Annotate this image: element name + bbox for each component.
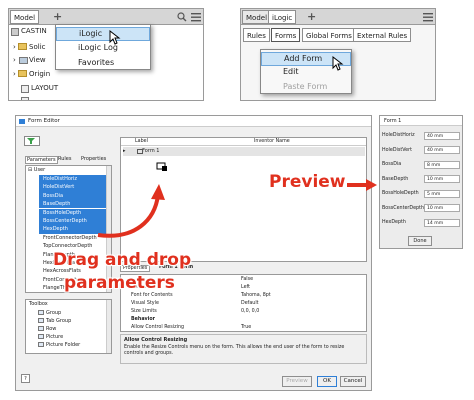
annotation-arrows xyxy=(97,179,377,238)
preview-arrow xyxy=(347,179,377,191)
drag-drop-annotation-line1: Drag and drop xyxy=(53,250,192,270)
drag-drop-annotation-line2: parameters xyxy=(64,273,175,293)
drag-drop-arrow xyxy=(97,184,165,238)
preview-annotation: Preview xyxy=(269,172,346,192)
